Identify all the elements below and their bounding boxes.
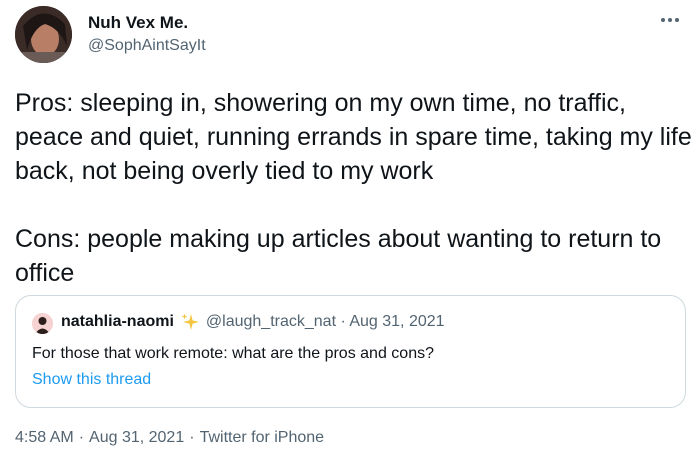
author-avatar[interactable] [15, 6, 72, 63]
tweet-card: Nuh Vex Me. @SophAintSayIt Pros: sleepin… [0, 0, 700, 456]
dot [661, 18, 665, 22]
tweet-time[interactable]: 4:58 AM [15, 429, 74, 446]
show-thread-link[interactable]: Show this thread [32, 371, 151, 389]
quoted-author-name[interactable]: natahlia-naomi [61, 313, 174, 331]
dot [675, 18, 679, 22]
sparkles-icon [180, 312, 200, 332]
quoted-handle-date: @laugh_track_nat · Aug 31, 2021 [205, 313, 445, 330]
author-handle[interactable]: @SophAintSayIt [88, 37, 206, 55]
quoted-author-avatar[interactable] [32, 313, 53, 334]
tweet-source[interactable]: Twitter for iPhone [200, 429, 325, 446]
tweet-text: Pros: sleeping in, showering on my own t… [15, 89, 692, 287]
author-name[interactable]: Nuh Vex Me. [88, 13, 188, 33]
tweet-date[interactable]: Aug 31, 2021 [89, 429, 184, 446]
separator: · [189, 429, 195, 446]
separator: · [78, 429, 85, 446]
quoted-tweet-header: natahlia-naomi @laugh_track_nat · Aug 31… [61, 312, 445, 332]
more-options-icon[interactable] [656, 10, 684, 30]
dot [668, 18, 672, 22]
quoted-tweet[interactable]: natahlia-naomi @laugh_track_nat · Aug 31… [15, 295, 686, 408]
quoted-tweet-text: For those that work remote: what are the… [32, 345, 434, 362]
tweet-meta: 4:58 AM · Aug 31, 2021 · Twitter for iPhone [15, 429, 324, 447]
